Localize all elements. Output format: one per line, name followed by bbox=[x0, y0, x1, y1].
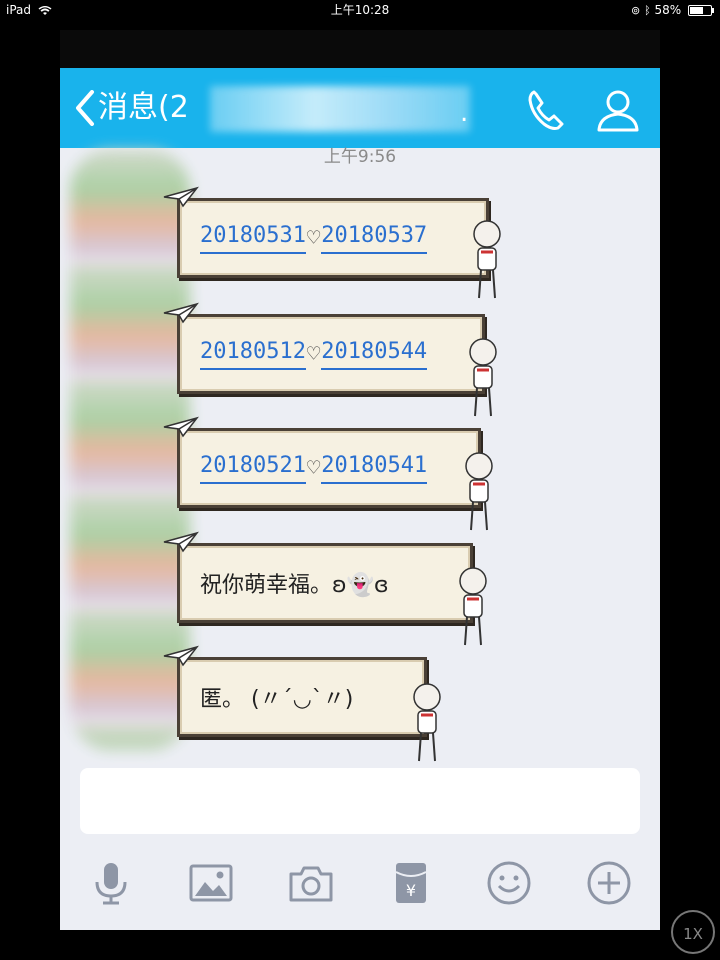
battery-icon bbox=[688, 5, 714, 16]
back-button[interactable]: 消息(2 bbox=[74, 88, 189, 128]
back-label: 消息(2 bbox=[98, 90, 189, 125]
scroll-bubble: 20180512 ♡ 20180544 bbox=[177, 314, 485, 394]
red-packet-button[interactable]: ¥ bbox=[388, 860, 434, 906]
scroll-bubble: 祝你萌幸福。ʚ👻ɞ bbox=[177, 543, 473, 623]
red-packet-icon: ¥ bbox=[395, 863, 427, 903]
chibi-character-icon bbox=[473, 220, 501, 299]
title-suffix: . bbox=[460, 98, 469, 128]
yuan-symbol: ¥ bbox=[406, 881, 416, 900]
clock: 上午10:28 bbox=[330, 3, 390, 17]
paper-plane-icon bbox=[163, 416, 199, 438]
chibi-character-icon bbox=[469, 338, 497, 417]
message-text: 祝你萌幸福。ʚ👻ɞ bbox=[200, 573, 389, 598]
scroll-bubble: 20180521 ♡ 20180541 bbox=[177, 428, 481, 508]
paper-plane-icon bbox=[163, 186, 199, 208]
emoji-icon bbox=[487, 861, 531, 905]
camera-icon bbox=[289, 866, 333, 902]
input-toolbar: ¥ bbox=[60, 850, 660, 920]
chevron-left-icon bbox=[76, 90, 94, 126]
redacted-contact-name bbox=[210, 86, 470, 132]
paper-plane-icon bbox=[163, 645, 199, 667]
profile-button[interactable] bbox=[594, 86, 642, 134]
phone-icon bbox=[528, 90, 564, 130]
message-text: 匿。 (〃´◡`〃) bbox=[200, 687, 354, 712]
message-text: 20180531 ♡ 20180537 bbox=[200, 201, 428, 275]
more-button[interactable] bbox=[586, 860, 632, 906]
chibi-character-icon bbox=[413, 683, 441, 762]
chibi-character-icon bbox=[465, 452, 493, 531]
plus-icon bbox=[587, 861, 631, 905]
call-button[interactable] bbox=[522, 86, 570, 134]
scroll-bubble: 匿。 (〃´◡`〃) bbox=[177, 657, 427, 737]
phone-screen: 消息(2 . 上午9:56 20180531 ♡ 20180537 201805… bbox=[60, 30, 660, 930]
paper-plane-icon bbox=[163, 302, 199, 324]
battery-indicator: ⊚ ᛒ 58% bbox=[631, 0, 714, 21]
chibi-character-icon bbox=[459, 567, 487, 646]
microphone-icon bbox=[95, 863, 127, 905]
message-input[interactable] bbox=[80, 768, 640, 834]
ipad-screen: iPad 上午10:28 ⊚ ᛒ 58% 消息(2 . 上午9:56 20180… bbox=[0, 0, 720, 960]
camera-button[interactable] bbox=[288, 860, 334, 906]
scroll-bubble: 20180531 ♡ 20180537 bbox=[177, 198, 489, 278]
status-bar: iPad 上午10:28 ⊚ ᛒ 58% bbox=[0, 0, 720, 20]
message-text: 20180512 ♡ 20180544 bbox=[200, 317, 428, 391]
person-icon bbox=[597, 90, 639, 132]
phone-status-area bbox=[60, 30, 660, 68]
image-icon bbox=[189, 864, 233, 902]
chat-header: 消息(2 . bbox=[60, 68, 660, 148]
message-text: 20180521 ♡ 20180541 bbox=[200, 431, 428, 505]
bluetooth-icon: ᛒ bbox=[644, 4, 651, 17]
paper-plane-icon bbox=[163, 531, 199, 553]
voice-button[interactable] bbox=[88, 860, 134, 906]
zoom-button[interactable]: 1X bbox=[671, 910, 715, 954]
rotation-lock-icon: ⊚ bbox=[631, 4, 641, 17]
emoji-button[interactable] bbox=[486, 860, 532, 906]
photo-button[interactable] bbox=[188, 860, 234, 906]
